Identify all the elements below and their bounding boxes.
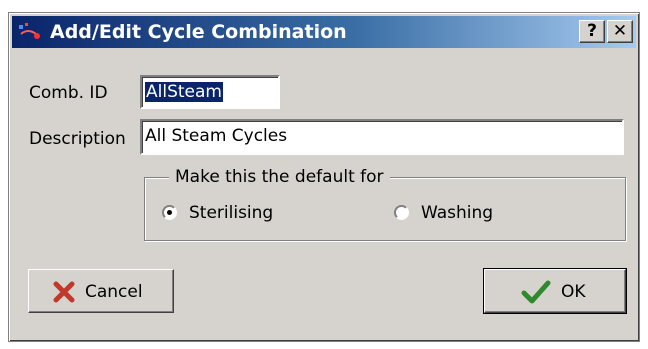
comb-id-input[interactable]: AllSteam bbox=[140, 75, 280, 109]
cancel-label: Cancel bbox=[85, 282, 143, 302]
description-value: All Steam Cycles bbox=[145, 126, 288, 146]
app-icon bbox=[19, 23, 40, 39]
ok-label: OK bbox=[561, 282, 586, 302]
close-button[interactable]: ✕ bbox=[607, 20, 633, 43]
cancel-button[interactable]: Cancel bbox=[28, 269, 174, 313]
comb-id-label: Comb. ID bbox=[29, 83, 108, 103]
ok-button[interactable]: OK bbox=[483, 268, 627, 314]
window-title: Add/Edit Cycle Combination bbox=[50, 21, 347, 43]
sterilising-label[interactable]: Sterilising bbox=[189, 203, 273, 223]
checkmark-icon bbox=[521, 280, 551, 304]
radio-selected-dot bbox=[167, 210, 172, 215]
washing-radio[interactable] bbox=[394, 205, 409, 220]
default-for-group-title: Make this the default for bbox=[169, 167, 390, 187]
description-label: Description bbox=[29, 129, 126, 149]
help-button[interactable]: ? bbox=[579, 20, 605, 43]
title-bar[interactable]: Add/Edit Cycle Combination ? ✕ bbox=[12, 16, 636, 48]
description-input[interactable]: All Steam Cycles bbox=[140, 119, 624, 155]
sterilising-radio[interactable] bbox=[162, 205, 177, 220]
dialog-window: Add/Edit Cycle Combination ? ✕ Comb. ID … bbox=[8, 12, 640, 342]
comb-id-value: AllSteam bbox=[145, 82, 223, 102]
cancel-x-icon bbox=[53, 281, 75, 303]
washing-label[interactable]: Washing bbox=[421, 203, 493, 223]
